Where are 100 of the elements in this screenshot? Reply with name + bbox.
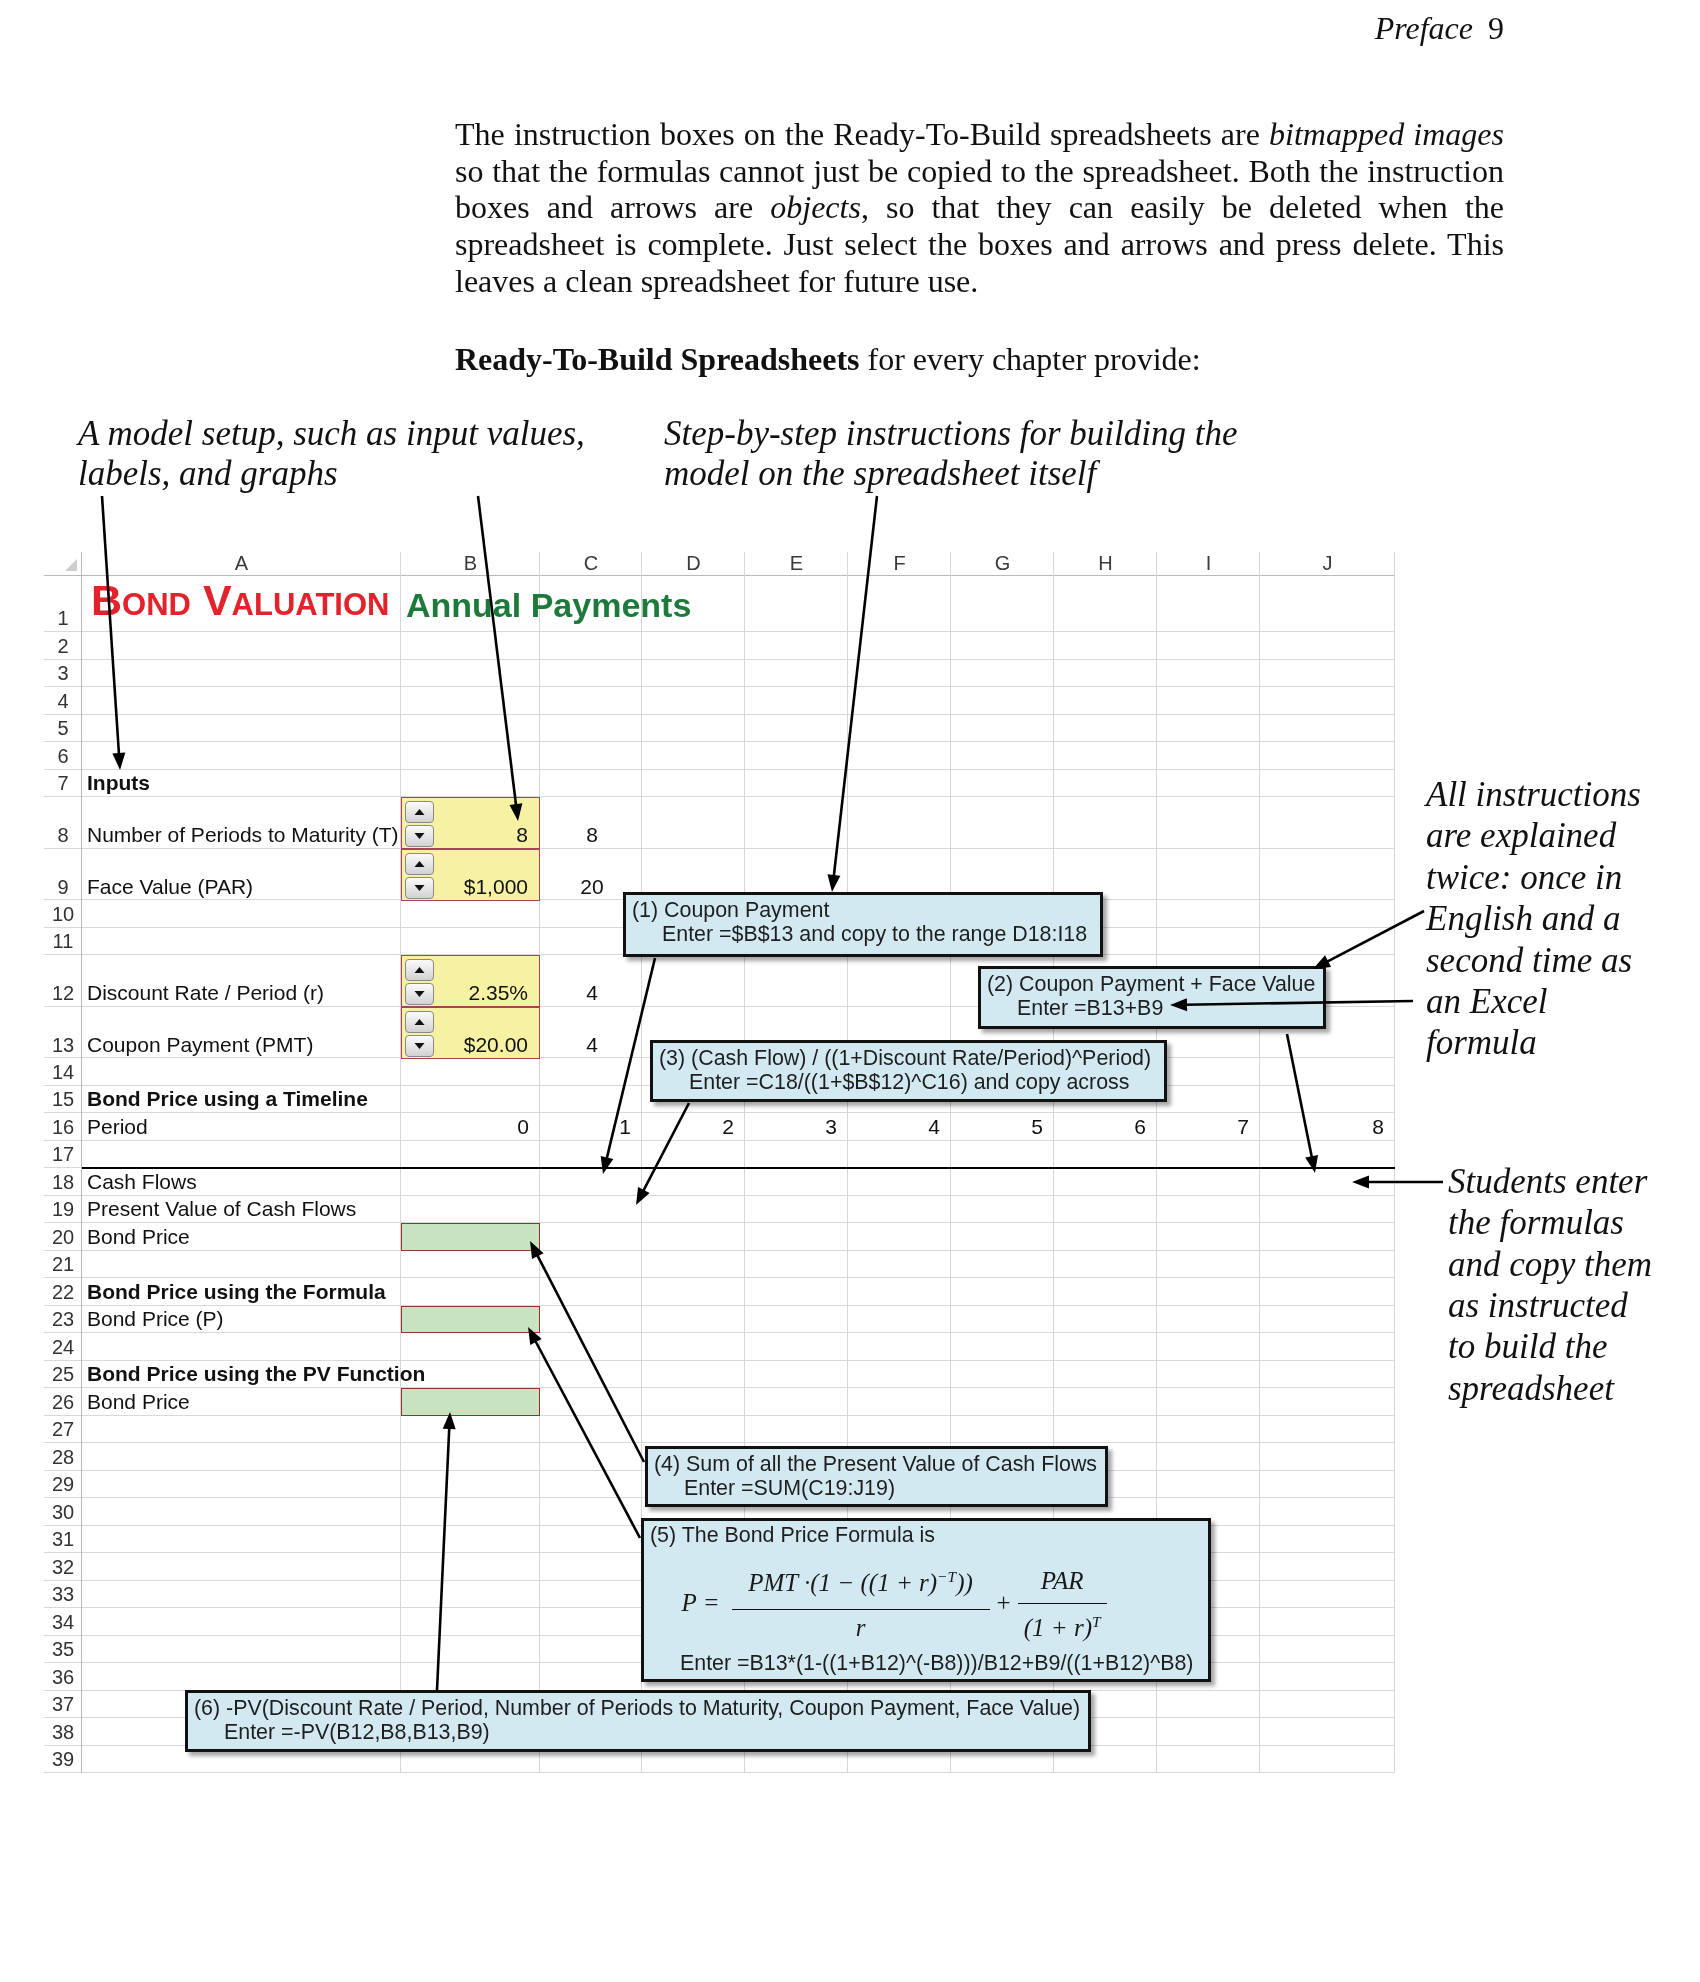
row-number: 37 <box>50 1692 76 1717</box>
row-number: 15 <box>50 1087 76 1112</box>
row-number: 33 <box>50 1582 76 1607</box>
cell-value: 20 <box>580 874 604 899</box>
equation-operator: + <box>996 1587 1011 1618</box>
cell-value: $1,000 <box>463 874 528 899</box>
caret-down-icon <box>414 833 425 839</box>
formula-entry: Enter =-PV(B12,B8,B13,B9) <box>224 1720 490 1744</box>
cell-value: 8 <box>1372 1114 1384 1139</box>
caret-down-icon <box>414 1042 425 1049</box>
spin-down-button[interactable] <box>405 983 434 1005</box>
row-number: 10 <box>50 901 76 927</box>
input-cell[interactable]: $1,000 <box>401 848 540 901</box>
callout-heading: (4) Sum of all the Present Value of Cash Flows <box>654 1452 1098 1476</box>
row-number: 24 <box>50 1334 76 1360</box>
row-number: 8 <box>56 823 70 848</box>
row-number: 6 <box>56 743 70 769</box>
row-number: 30 <box>50 1499 76 1525</box>
formula-entry: Enter =SUM(C19:J19) <box>684 1476 895 1500</box>
caret-up-icon <box>414 809 425 815</box>
row-label: Face Value (PAR) <box>87 874 254 899</box>
callout-heading: (5) The Bond Price Formula is <box>650 1523 935 1547</box>
equation-denominator: r <box>855 1613 866 1644</box>
row-label: Present Value of Cash Flows <box>87 1197 357 1221</box>
row-number: 18 <box>50 1169 76 1195</box>
equation-denominator: (1 + r)$^{T}$ <box>1023 1612 1101 1644</box>
cell-value: 0 <box>517 1114 529 1139</box>
row-number: 16 <box>50 1114 76 1140</box>
row-number: 34 <box>50 1609 76 1635</box>
spin-up-button[interactable] <box>405 801 434 823</box>
column-header: D <box>685 552 702 576</box>
annotation-text: Step-by-step instructions for building the model on the spreadsheet itself <box>664 414 1239 495</box>
row-number: 5 <box>56 716 70 741</box>
cell-value: 1 <box>619 1114 631 1139</box>
input-cell[interactable]: 8 <box>401 797 540 849</box>
row-label: Bond Price <box>87 1224 190 1249</box>
row-number: 25 <box>50 1362 76 1387</box>
column-header: J <box>1321 552 1334 576</box>
lead-sentence: Ready-To-Build Spreadsheets for every chapter provide: <box>455 340 1201 378</box>
page-number: 9 <box>1488 10 1504 46</box>
output-cell[interactable] <box>401 1305 540 1333</box>
row-number: 14 <box>50 1059 76 1085</box>
row-number: 21 <box>50 1252 76 1277</box>
row-number: 12 <box>50 981 76 1006</box>
row-number: 35 <box>50 1637 76 1662</box>
row-number: 2 <box>56 633 70 659</box>
column-header: C <box>582 552 600 576</box>
formula-entry: Enter =B13+B9 <box>1017 996 1164 1020</box>
side-note: All instructions are explained twice: once in English and a second time as an Excel formula <box>1426 774 1642 1064</box>
row-number: 7 <box>56 771 70 796</box>
row-label: Coupon Payment (PMT) <box>87 1032 314 1057</box>
equation-numerator: PMT ·(1 − ((1 + r)$^{−T}$)) <box>748 1566 973 1599</box>
row-number: 22 <box>50 1279 76 1305</box>
row-number: 29 <box>50 1472 76 1497</box>
row-number: 1 <box>56 606 70 631</box>
row-number: 36 <box>50 1664 76 1690</box>
spin-down-button[interactable] <box>405 876 434 899</box>
spin-down-button[interactable] <box>405 825 434 847</box>
row-number: 11 <box>51 929 75 954</box>
cell-value: 3 <box>825 1114 837 1139</box>
row-label: Bond Price (P) <box>87 1307 224 1331</box>
caret-up-icon <box>414 1018 425 1025</box>
row-number: 4 <box>56 688 70 714</box>
column-header: A <box>233 552 250 576</box>
section-heading: Bond Price using the PV Function <box>87 1362 426 1386</box>
running-head: Preface <box>1374 10 1473 46</box>
row-number: 19 <box>50 1197 76 1222</box>
row-number: 32 <box>50 1554 76 1580</box>
equation-numerator: PAR <box>1040 1565 1084 1596</box>
column-header: F <box>892 552 907 576</box>
callout-heading: (2) Coupon Payment + Face Value <box>987 972 1316 996</box>
column-header: E <box>788 552 805 576</box>
caret-down-icon <box>414 884 425 891</box>
output-cell[interactable] <box>401 1388 540 1416</box>
spin-up-button[interactable] <box>405 1010 434 1033</box>
spin-up-button[interactable] <box>405 852 434 875</box>
cell-value: 5 <box>1031 1114 1043 1139</box>
cell-value: 4 <box>586 981 598 1005</box>
row-number: 3 <box>56 661 70 686</box>
row-number: 39 <box>50 1747 76 1772</box>
row-label: Cash Flows <box>87 1169 197 1194</box>
side-note: Students enter the formulas and copy them as instructed to build the spreadsheet <box>1448 1160 1654 1410</box>
cell-value: 4 <box>928 1114 940 1139</box>
spin-up-button[interactable] <box>405 959 434 981</box>
row-label: Bond Price <box>87 1389 190 1414</box>
row-label: Period <box>87 1114 148 1139</box>
row-number: 26 <box>50 1389 76 1415</box>
row-label: Discount Rate / Period (r) <box>87 981 324 1005</box>
column-header: H <box>1097 552 1114 576</box>
column-header: B <box>462 552 479 576</box>
formula-entry: Enter =C18/((1+$B$12)^C16) and copy across <box>689 1070 1130 1094</box>
row-number: 28 <box>50 1444 76 1470</box>
formula-entry: Enter =B13*(1-((1+B12)^(-B8)))/B12+B9/((1+B12)^B8) <box>680 1651 1194 1676</box>
row-label: Number of Periods to Maturity (T) <box>87 823 399 847</box>
body-paragraph: The instruction boxes on the Ready-To-Build spreadsheets are bitmapped images so that the formulas cannot just be copied to the spreadsheet. Both the instruction boxes and arrows are objects, so that they can easily be deleted when the spreadsheet is complete. Just select the boxes and arrows and press delete. This leaves a clean spreadsheet for future use. <box>455 116 1504 300</box>
input-cell[interactable]: $20.00 <box>401 1006 540 1059</box>
input-cell[interactable]: 2.35% <box>401 955 540 1007</box>
spin-down-button[interactable] <box>405 1034 434 1057</box>
output-cell[interactable] <box>401 1223 540 1251</box>
cell-value: 8 <box>516 823 528 847</box>
